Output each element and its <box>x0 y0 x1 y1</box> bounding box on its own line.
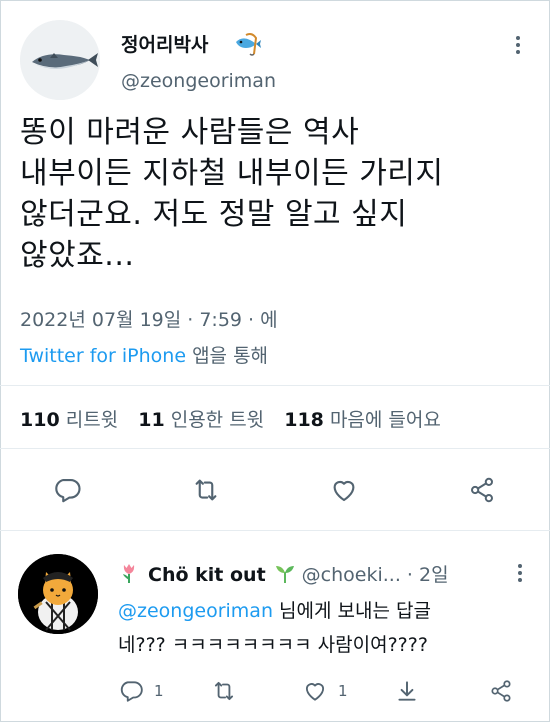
retweets-count: 110 <box>20 409 60 431</box>
replying-to: @zeongeoriman 님에게 보내는 답글 <box>118 594 518 628</box>
reply-text: 네??? ㅋㅋㅋㅋㅋㅋㅋㅋ 사람이여???? <box>118 634 428 656</box>
reply-display-name[interactable]: Chö kit out <box>148 564 266 586</box>
download-button[interactable] <box>394 676 420 706</box>
replying-suffix: 님에게 보내는 답글 <box>273 600 431 622</box>
likes-label: 마음에 들어요 <box>329 409 441 431</box>
reply-body: @zeongeoriman 님에게 보내는 답글 네??? ㅋㅋㅋㅋㅋㅋㅋㅋ 사… <box>118 594 518 662</box>
avatar[interactable] <box>20 20 100 100</box>
tweet-text-line: 않더군요. 저도 정말 알고 싶지 <box>20 197 408 232</box>
retweets-label: 리트윗 <box>65 409 119 431</box>
source-suffix: 앱을 통해 <box>186 345 269 367</box>
likes-stat[interactable]: 118 마음에 들어요 <box>284 409 441 431</box>
share-icon <box>491 680 511 702</box>
display-name[interactable]: 정어리박사 <box>121 30 208 57</box>
reply-actions: 1 1 <box>0 676 550 706</box>
cat-avatar-icon <box>18 554 98 634</box>
reply-header: Chö kit out @choeki... · 2일 <box>118 560 449 587</box>
reply-handle[interactable]: @choeki... <box>302 564 401 586</box>
quotes-label: 인용한 트윗 <box>170 409 265 431</box>
divider <box>0 448 550 449</box>
more-icon[interactable] <box>512 34 524 56</box>
tweet-text-line: 내부이든 지하철 내부이든 가리지 <box>20 156 444 191</box>
sprout-icon <box>275 566 294 583</box>
reply-button[interactable] <box>45 468 89 512</box>
like-icon <box>333 480 355 502</box>
reply-like-button[interactable]: 1 <box>302 676 348 706</box>
source-link[interactable]: Twitter for iPhone <box>20 345 186 367</box>
quotes-count: 11 <box>138 409 165 431</box>
tweet-actions <box>0 468 550 512</box>
download-icon <box>398 681 416 701</box>
reply-tweet[interactable]: Chö kit out @choeki... · 2일 @zeongeorima… <box>0 530 550 722</box>
divider <box>0 385 550 386</box>
retweets-stat[interactable]: 110 리트윗 <box>20 409 118 431</box>
avatar[interactable] <box>18 554 98 634</box>
fish-avatar-icon <box>20 20 100 100</box>
more-icon[interactable] <box>514 562 526 584</box>
share-button[interactable] <box>460 468 504 512</box>
quotes-stat[interactable]: 11 인용한 트윗 <box>138 409 264 431</box>
mention-link[interactable]: @zeongeoriman <box>118 600 273 622</box>
retweet-button[interactable] <box>184 468 228 512</box>
reply-count: 1 <box>154 682 164 700</box>
retweet-icon <box>214 681 234 701</box>
reply-icon <box>120 681 143 702</box>
fishing-emoji-icon <box>236 33 261 56</box>
reply-share-button[interactable] <box>488 676 514 706</box>
tweet-timestamp[interactable]: 2022년 07월 19일 · 7:59 · 에 <box>20 305 278 332</box>
like-icon <box>305 683 325 701</box>
likes-count: 118 <box>284 409 324 431</box>
like-button[interactable] <box>322 468 366 512</box>
tweet-text: 똥이 마려운 사람들은 역사 내부이든 지하철 내부이든 가리지 않더군요. 저… <box>20 112 520 276</box>
engagement-stats: 110 리트윗 11 인용한 트윗 118 마음에 들어요 <box>20 405 441 432</box>
reply-icon <box>55 478 81 503</box>
like-count: 1 <box>338 682 348 700</box>
share-icon <box>471 477 493 503</box>
tulip-icon <box>123 564 135 583</box>
reply-reply-button[interactable]: 1 <box>118 676 164 706</box>
tweet-text-line: 똥이 마려운 사람들은 역사 <box>20 115 360 150</box>
tweet-text-line: 않았죠... <box>20 238 135 273</box>
user-handle[interactable]: @zeongeoriman <box>121 70 276 92</box>
tweet-source: Twitter for iPhone 앱을 통해 <box>20 341 268 368</box>
reply-retweet-button[interactable] <box>210 676 238 706</box>
retweet-icon <box>195 479 217 501</box>
reply-time[interactable]: · 2일 <box>407 564 449 586</box>
